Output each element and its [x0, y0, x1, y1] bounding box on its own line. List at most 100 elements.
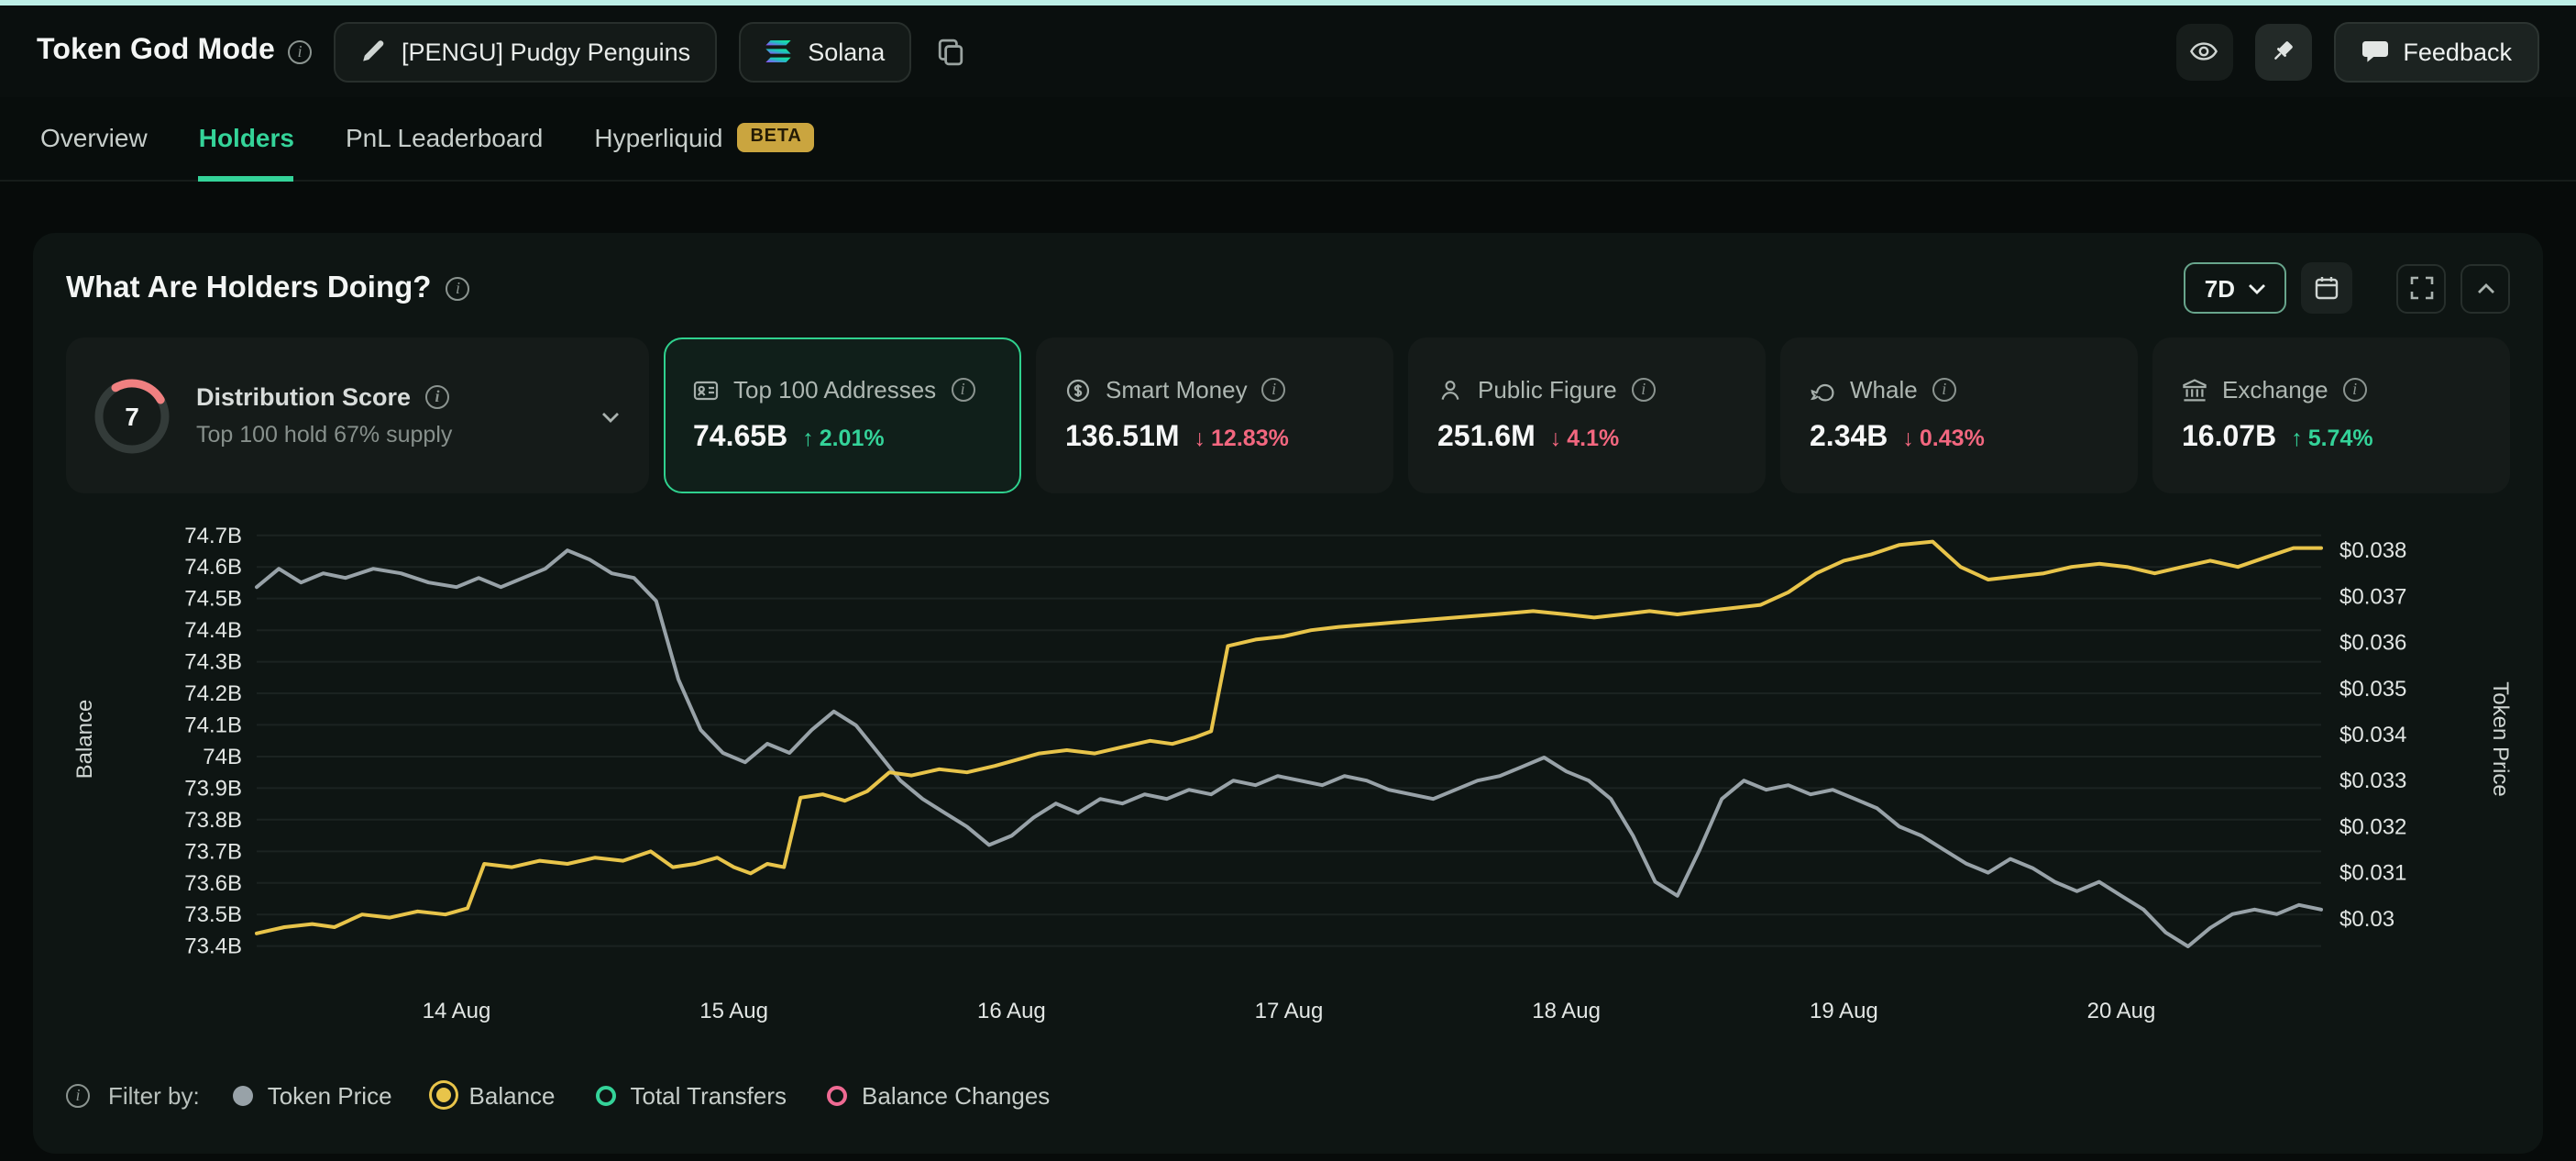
tab-pnl-leaderboard[interactable]: PnL Leaderboard	[346, 97, 543, 182]
info-icon[interactable]	[1932, 378, 1956, 402]
holders-balance-price-chart[interactable]: 74.7B74.6B74.5B74.4B74.3B74.2B74.1B74B73…	[66, 509, 2510, 1059]
stat-card-public-figure[interactable]: Public Figure 251.6M ↓4.1%	[1408, 337, 1766, 494]
svg-text:$0.036: $0.036	[2339, 631, 2406, 656]
distribution-score-text: Distribution Score Top 100 hold 67% supp…	[196, 383, 452, 448]
panel-title: What Are Holders Doing?	[66, 271, 431, 305]
chart-area: 74.7B74.6B74.5B74.4B74.3B74.2B74.1B74B73…	[66, 509, 2510, 1059]
filter-by-label: Filter by:	[108, 1081, 200, 1109]
collapse-button[interactable]	[2460, 263, 2510, 313]
svg-text:17 Aug: 17 Aug	[1255, 1000, 1324, 1024]
distribution-score-gauge: 7	[92, 375, 172, 456]
svg-text:$0.03: $0.03	[2339, 907, 2394, 932]
stat-card-value: 136.51M	[1065, 422, 1180, 455]
svg-text:18 Aug: 18 Aug	[1532, 1000, 1601, 1024]
chat-icon	[2361, 39, 2388, 64]
token-selector-button[interactable]: [PENGU] Pudgy Penguins	[334, 21, 716, 82]
panel-controls: 7D	[2185, 262, 2510, 314]
balance-changes-swatch	[827, 1085, 847, 1105]
distribution-score-subtitle: Top 100 hold 67% supply	[196, 422, 452, 448]
caret-down-icon	[2248, 282, 2266, 294]
tab-hyperliquid[interactable]: Hyperliquid BETA	[594, 97, 814, 182]
chain-selector-button[interactable]: Solana	[738, 21, 910, 82]
legend-total-transfers[interactable]: Total Transfers	[596, 1081, 787, 1109]
svg-text:Token Price: Token Price	[2488, 682, 2510, 797]
svg-text:74.4B: 74.4B	[184, 619, 242, 644]
distribution-score-label: Distribution Score	[196, 383, 411, 411]
svg-text:15 Aug: 15 Aug	[699, 1000, 768, 1024]
svg-text:74.6B: 74.6B	[184, 556, 242, 580]
legend-balance[interactable]: Balance	[433, 1081, 556, 1109]
bank-icon	[2182, 377, 2207, 403]
person-icon	[1437, 377, 1463, 403]
top-bar: Token God Mode [PENGU] Pudgy Penguins	[0, 6, 2576, 97]
arrow-up-icon: ↑	[802, 426, 814, 451]
stat-card-label: Whale	[1850, 376, 1918, 404]
info-icon[interactable]	[446, 276, 469, 300]
svg-text:74.3B: 74.3B	[184, 650, 242, 675]
svg-text:$0.035: $0.035	[2339, 677, 2406, 702]
total-transfers-swatch	[596, 1085, 616, 1105]
chart-legend: Filter by: Token Price Balance Total Tra…	[66, 1067, 2510, 1124]
stat-card-whale[interactable]: Whale 2.34B ↓0.43%	[1780, 337, 2138, 494]
svg-text:74.5B: 74.5B	[184, 587, 242, 612]
stat-card-exchange[interactable]: Exchange 16.07B ↑5.74%	[2152, 337, 2510, 494]
date-range-selector[interactable]: 7D	[2185, 262, 2286, 314]
calendar-button[interactable]	[2301, 262, 2352, 314]
svg-text:Balance: Balance	[72, 700, 97, 780]
svg-text:14 Aug: 14 Aug	[423, 1000, 491, 1024]
pin-button[interactable]	[2254, 23, 2311, 80]
svg-text:16 Aug: 16 Aug	[977, 1000, 1046, 1024]
chevron-down-icon[interactable]	[598, 403, 623, 428]
info-icon[interactable]	[951, 378, 974, 402]
stat-card-change: ↓4.1%	[1550, 426, 1620, 451]
legend-token-price[interactable]: Token Price	[233, 1081, 392, 1109]
svg-text:74.1B: 74.1B	[184, 713, 242, 738]
stat-card-smart-money[interactable]: Smart Money 136.51M ↓12.83%	[1036, 337, 1393, 494]
info-icon[interactable]	[288, 39, 312, 63]
stat-card-top-100-addresses[interactable]: Top 100 Addresses 74.65B ↑2.01%	[664, 337, 1021, 494]
arrow-down-icon: ↓	[1902, 426, 1914, 451]
svg-text:19 Aug: 19 Aug	[1810, 1000, 1878, 1024]
panel-header: What Are Holders Doing? 7D	[66, 262, 2510, 314]
holders-panel: What Are Holders Doing? 7D	[33, 233, 2543, 1154]
info-icon[interactable]	[1632, 378, 1656, 402]
stat-card-change: ↑2.01%	[802, 426, 884, 451]
distribution-score-value: 7	[92, 375, 172, 456]
svg-text:73.4B: 73.4B	[184, 934, 242, 959]
info-icon	[66, 1083, 90, 1107]
stat-card-value: 2.34B	[1810, 422, 1888, 455]
watch-button[interactable]	[2175, 23, 2232, 80]
fullscreen-button[interactable]	[2396, 263, 2446, 313]
feedback-button[interactable]: Feedback	[2333, 21, 2539, 82]
date-range-label: 7D	[2205, 274, 2235, 302]
arrow-down-icon: ↓	[1194, 426, 1206, 451]
svg-text:74B: 74B	[203, 746, 242, 770]
stat-card-label: Top 100 Addresses	[733, 376, 936, 404]
distribution-score-card[interactable]: 7 Distribution Score Top 100 hold 67% su…	[66, 337, 649, 494]
stat-card-row: 7 Distribution Score Top 100 hold 67% su…	[66, 337, 2510, 494]
stat-card-value: 74.65B	[693, 422, 787, 455]
edit-icon	[359, 39, 385, 64]
svg-text:$0.038: $0.038	[2339, 539, 2406, 564]
legend-balance-changes[interactable]: Balance Changes	[827, 1081, 1050, 1109]
svg-text:$0.034: $0.034	[2339, 724, 2406, 748]
svg-text:20 Aug: 20 Aug	[2087, 1000, 2156, 1024]
stat-card-change: ↑5.74%	[2291, 426, 2372, 451]
stat-card-label: Smart Money	[1106, 376, 1248, 404]
svg-text:74.2B: 74.2B	[184, 682, 242, 707]
tab-holders[interactable]: Holders	[199, 97, 294, 182]
tab-overview[interactable]: Overview	[40, 97, 148, 182]
token-selector-label: [PENGU] Pudgy Penguins	[402, 38, 690, 65]
stat-card-label: Exchange	[2222, 376, 2328, 404]
info-icon[interactable]	[1262, 378, 1286, 402]
arrow-up-icon: ↑	[2291, 426, 2303, 451]
info-icon[interactable]	[425, 385, 449, 409]
copy-icon[interactable]	[936, 38, 963, 65]
info-icon[interactable]	[2343, 378, 2367, 402]
main-content: What Are Holders Doing? 7D	[0, 182, 2576, 1154]
stat-card-change: ↓0.43%	[1902, 426, 1984, 451]
svg-text:73.8B: 73.8B	[184, 808, 242, 833]
svg-text:73.5B: 73.5B	[184, 903, 242, 928]
feedback-label: Feedback	[2403, 38, 2512, 65]
token-price-swatch	[233, 1085, 253, 1105]
